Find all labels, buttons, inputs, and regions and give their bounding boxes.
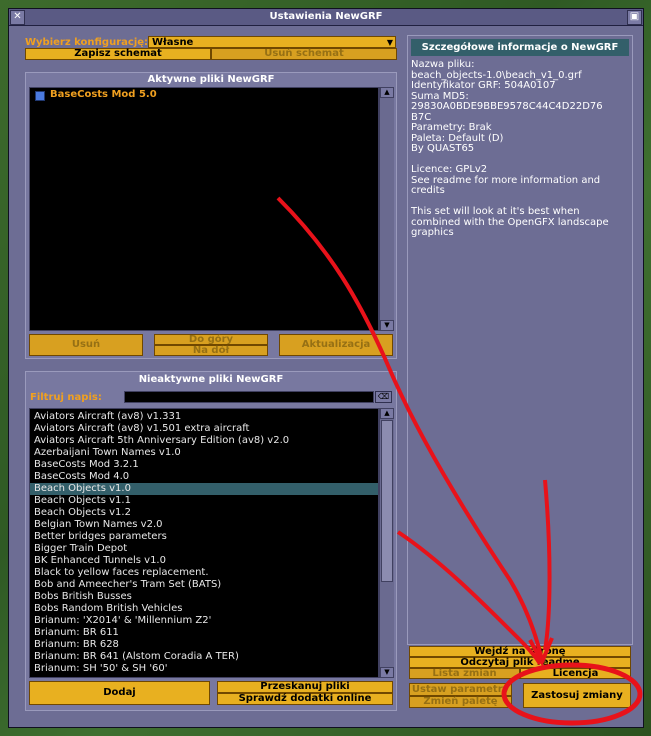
details-line: This set will look at it's best when [411, 206, 580, 217]
change-palette-button[interactable]: Zmień paletę [409, 696, 512, 708]
scroll-up-icon[interactable]: ▲ [380, 408, 394, 419]
inactive-list-item[interactable]: Belgian Town Names v2.0 [30, 519, 378, 531]
inactive-list-item[interactable]: BK Enhanced Tunnels v1.0 [30, 555, 378, 567]
delete-preset-button[interactable]: Usuń schemat [211, 48, 397, 60]
details-line: credits [411, 185, 445, 196]
visit-website-button[interactable]: Wejdź na stronę [409, 646, 631, 657]
inactive-list-item[interactable]: Brianum: SH '50' & SH '60' [30, 663, 378, 675]
scroll-down-icon[interactable]: ▼ [380, 667, 394, 678]
inactive-list-item[interactable]: Aviators Aircraft (av8) v1.331 [30, 411, 378, 423]
filter-label: Filtruj napis: [30, 392, 102, 403]
readme-button[interactable]: Odczytaj plik readme [409, 657, 631, 668]
active-panel: Aktywne pliki NewGRF BaseCosts Mod 5.0 ▲… [25, 72, 397, 359]
set-parameters-button[interactable]: Ustaw parametry [409, 683, 512, 696]
title-bar[interactable]: ✕ Ustawienia NewGRF ▣ [9, 9, 643, 26]
filter-input[interactable] [124, 391, 374, 403]
inactive-scrollbar[interactable]: ▲ ▼ [379, 408, 394, 678]
move-up-button[interactable]: Do góry [154, 334, 268, 345]
change-palette-label: Zmień paletę [423, 696, 498, 707]
grf-status-icon [35, 91, 45, 101]
chevron-down-icon: ▼ [386, 38, 393, 47]
inactive-list-item[interactable]: Bob and Ameecher's Tram Set (BATS) [30, 579, 378, 591]
details-panel: Szczegółowe informacje o NewGRF Nazwa pl… [407, 35, 633, 645]
inactive-header: Nieaktywne pliki NewGRF [138, 374, 284, 385]
changelog-button[interactable]: Lista zmian [409, 668, 520, 679]
changelog-label: Lista zmian [432, 668, 497, 679]
details-text: Nazwa pliku: beach_objects-1.0\beach_v1_0… [411, 59, 631, 239]
sticky-icon[interactable]: ▣ [627, 10, 642, 25]
scroll-up-icon[interactable]: ▲ [380, 87, 394, 98]
active-scrollbar[interactable]: ▲ ▼ [379, 87, 394, 331]
save-preset-button[interactable]: Zapisz schemat [25, 48, 211, 60]
move-up-label: Do góry [188, 334, 234, 345]
inactive-list-item[interactable]: Brianum: BR 628 [30, 639, 378, 651]
active-header: Aktywne pliki NewGRF [147, 74, 275, 85]
inactive-list-item[interactable]: BaseCosts Mod 4.0 [30, 471, 378, 483]
inactive-list-item[interactable]: Azerbaijani Town Names v1.0 [30, 447, 378, 459]
details-line: graphics [411, 227, 454, 238]
delete-preset-label: Usuń schemat [264, 48, 344, 59]
details-line: Nazwa pliku: [411, 59, 475, 70]
inactive-list-item[interactable]: Beach Objects v1.2 [30, 507, 378, 519]
inactive-list-item[interactable]: Beach Objects v1.1 [30, 495, 378, 507]
scroll-down-icon[interactable]: ▼ [380, 320, 394, 331]
check-online-button[interactable]: Sprawdź dodatki online [217, 693, 393, 705]
details-line: 29830A0BDE9BBE9578C44C4D22D76 [411, 101, 603, 112]
inactive-list[interactable]: Aviators Aircraft (av8) v1.331 Aviators A… [29, 408, 379, 678]
update-label: Aktualizacja [301, 339, 371, 350]
license-button[interactable]: Licencja [520, 668, 631, 679]
inactive-list-item[interactable]: Better bridges parameters [30, 531, 378, 543]
config-dropdown[interactable]: Własne ▼ [148, 36, 396, 48]
add-button[interactable]: Dodaj [29, 681, 210, 705]
details-line: Licence: GPLv2 [411, 164, 488, 175]
details-line: By QUAST65 [411, 143, 475, 154]
newgrf-settings-window: ✕ Ustawienia NewGRF ▣ Wybierz konfigurac… [8, 8, 644, 728]
config-label: Wybierz konfigurację: [25, 37, 149, 48]
inactive-list-item[interactable]: BaseCosts Mod 3.2.1 [30, 459, 378, 471]
inactive-panel: Nieaktywne pliki NewGRF Filtruj napis: ⌫… [25, 371, 397, 711]
details-line: Identyfikator GRF: 504A0107 [411, 80, 556, 91]
scroll-thumb[interactable] [381, 420, 393, 582]
inactive-list-item[interactable]: Brianum: BR 611 [30, 627, 378, 639]
inactive-list-item[interactable]: Aviators Aircraft (av8) v1.501 extra air… [30, 423, 378, 435]
move-down-button[interactable]: Na dół [154, 345, 268, 356]
details-line: Parametry: Brak [411, 122, 492, 133]
inactive-list-item[interactable]: Brianum: 'X2014' & 'Millennium Z2' [30, 615, 378, 627]
inactive-list-item[interactable]: Bobs British Busses [30, 591, 378, 603]
rescan-button[interactable]: Przeskanuj pliki [217, 681, 393, 693]
window-title: Ustawienia NewGRF [269, 11, 383, 22]
active-item[interactable]: BaseCosts Mod 5.0 [50, 89, 157, 100]
apply-changes-button[interactable]: Zastosuj zmiany [523, 683, 631, 708]
set-parameters-label: Ustaw parametry [411, 684, 510, 695]
active-list[interactable]: BaseCosts Mod 5.0 [29, 87, 379, 331]
move-down-label: Na dół [192, 345, 230, 356]
clear-filter-icon[interactable]: ⌫ [375, 391, 392, 403]
inactive-list-item[interactable]: Aviators Aircraft 5th Anniversary Editio… [30, 435, 378, 447]
remove-button[interactable]: Usuń [29, 334, 143, 356]
update-button[interactable]: Aktualizacja [279, 334, 393, 356]
details-header: Szczegółowe informacje o NewGRF [411, 39, 629, 56]
inactive-list-item[interactable]: Beach Objects v1.0 [30, 483, 378, 495]
config-value: Własne [152, 37, 194, 48]
inactive-list-item[interactable]: Bobs Random British Vehicles [30, 603, 378, 615]
remove-label: Usuń [71, 339, 101, 350]
inactive-list-item[interactable]: Brianum: BR 641 (Alstom Coradia A TER) [30, 651, 378, 663]
inactive-list-item[interactable]: Black to yellow faces replacement. [30, 567, 378, 579]
inactive-list-item[interactable]: Bigger Train Depot [30, 543, 378, 555]
